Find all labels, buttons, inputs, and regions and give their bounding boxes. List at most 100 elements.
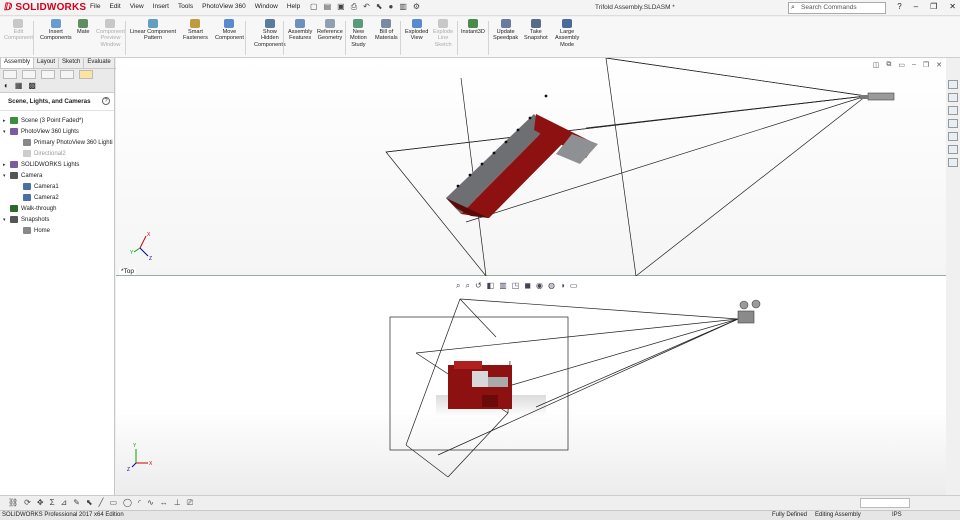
decals-icon[interactable]: ▦ [15, 81, 23, 90]
move-component-button[interactable]: Move Component [215, 19, 244, 42]
property-manager-tab-icon[interactable] [22, 70, 36, 79]
tree-expander-icon[interactable]: ▸ [3, 118, 10, 124]
component-preview-window-button[interactable]: Component Preview Window [96, 19, 125, 48]
resources-icon[interactable] [948, 93, 958, 102]
command-manager-ribbon: Edit Component Insert Components Mate Compo… [0, 17, 960, 58]
menu-view[interactable]: View [130, 3, 144, 10]
search-commands-field[interactable]: ⌕ Search Commands [788, 2, 886, 14]
rotate-icon[interactable]: ⟳ [24, 498, 31, 508]
tree-expander-icon[interactable]: ▾ [3, 173, 10, 179]
large-assembly-mode-button[interactable]: Large Assembly Mode [555, 19, 579, 48]
tree-item[interactable]: ▾ PhotoView 360 Lights [0, 126, 114, 137]
take-snapshot-button[interactable]: Take Snapshot [524, 19, 548, 42]
open-folder-icon[interactable]: ▤ [324, 2, 332, 12]
camera-icon[interactable]: ⎚ [187, 498, 193, 508]
minimize-icon[interactable]: – [914, 2, 918, 11]
undo-icon[interactable]: ↶ [363, 2, 370, 12]
pan-icon[interactable]: ✥ [37, 498, 44, 508]
tree-item[interactable]: Camera1 [0, 181, 114, 192]
appearance-icon[interactable]: ◐ [4, 81, 9, 90]
graphics-area[interactable]: ◫ ⧉ ▭ – ❐ ✕ X Z Y *Top ⌕ ⌕ ↺ ◧ ▥ ◳ ◼ ◉ ◍… [116, 58, 946, 495]
options-gear-icon[interactable]: ⚙ [413, 2, 420, 12]
tree-item[interactable]: Primary PhotoView 360 Lighti [0, 137, 114, 148]
menu-insert[interactable]: Insert [153, 3, 169, 10]
rectangle-icon[interactable]: ▭ [109, 498, 117, 508]
instant3d-button[interactable]: Instant3D [461, 19, 485, 35]
tree-item[interactable]: Walk-through [0, 203, 114, 214]
linear-component-pattern-button[interactable]: Linear Component Pattern [130, 19, 176, 42]
appearances-icon[interactable] [948, 145, 958, 154]
new-motion-study-button[interactable]: New Motion Study [350, 19, 367, 48]
menu-window[interactable]: Window [255, 3, 278, 10]
spline-icon[interactable]: ∿ [147, 498, 154, 508]
custom-properties-icon[interactable] [948, 158, 958, 167]
scene-lights-cameras-icon[interactable]: ▩ [28, 81, 36, 90]
design-library-icon[interactable] [948, 106, 958, 115]
close-icon[interactable]: ✕ [949, 2, 956, 11]
exploded-view-button[interactable]: Exploded View [405, 19, 428, 42]
insert-components-button[interactable]: Insert Components [40, 19, 72, 42]
bill-of-materials-button[interactable]: Bill of Materials [375, 19, 398, 42]
sketch-icon[interactable]: ✎ [73, 498, 80, 508]
configuration-tab-icon[interactable] [41, 70, 55, 79]
save-icon[interactable]: ▣ [337, 2, 345, 12]
svg-text:Z: Z [149, 256, 152, 262]
edit-component-icon [13, 19, 24, 28]
mate-icon[interactable]: ⛓ [8, 498, 18, 508]
select-arrow-icon[interactable]: ⬉ [376, 2, 383, 12]
tree-item[interactable]: Directional2 [0, 148, 114, 159]
menu-tools[interactable]: Tools [178, 3, 193, 10]
feature-tree-tab-icon[interactable] [3, 70, 17, 79]
top-viewport[interactable]: ◫ ⧉ ▭ – ❐ ✕ X Z Y *Top [116, 58, 946, 276]
menu-photoview-360[interactable]: PhotoView 360 [202, 3, 246, 10]
line-icon[interactable]: ╱ [99, 498, 104, 508]
edit-component-button[interactable]: Edit Component [4, 19, 33, 42]
tree-expander-icon[interactable]: ▸ [3, 162, 10, 168]
relation-icon[interactable]: ⊥ [174, 498, 181, 508]
tree-expander-icon[interactable]: ▾ [3, 217, 10, 223]
menu-edit[interactable]: Edit [109, 3, 120, 10]
tree-item[interactable]: ▾ Snapshots [0, 214, 114, 225]
dimxpert-tab-icon[interactable] [60, 70, 74, 79]
panel-help-icon[interactable]: ? [102, 97, 110, 105]
smart-fasteners-button[interactable]: Smart Fasteners [183, 19, 208, 42]
pointer-icon[interactable]: ⬉ [86, 498, 93, 508]
tree-item[interactable]: ▾ Camera [0, 170, 114, 181]
status-units[interactable]: IPS [892, 512, 902, 518]
tree-expander-icon[interactable]: ▾ [3, 129, 10, 135]
circle-icon[interactable]: ◯ [123, 498, 132, 508]
print-icon[interactable]: ⎙ [351, 2, 357, 12]
assembly-features-button[interactable]: Assembly Features [288, 19, 312, 42]
tree-item[interactable]: Camera2 [0, 192, 114, 203]
restore-icon[interactable]: ❐ [930, 2, 937, 11]
show-hidden-components-button[interactable]: Show Hidden Components [254, 19, 286, 48]
measure-icon[interactable]: ⊿ [61, 498, 68, 508]
file-properties-icon[interactable]: ▥ [399, 2, 407, 12]
arc-icon[interactable]: ◜ [138, 498, 141, 508]
home-icon[interactable] [948, 80, 958, 89]
tab-evaluate[interactable]: Evaluate [83, 58, 115, 69]
explode-line-sketch-button[interactable]: Explode Line Sketch [433, 19, 453, 48]
dimension-icon[interactable]: ↔ [160, 498, 168, 508]
update-speedpak-button[interactable]: Update Speedpak [493, 19, 518, 42]
tree-item[interactable]: ▸ SOLIDWORKS Lights [0, 159, 114, 170]
tab-layout[interactable]: Layout [33, 58, 60, 69]
menu-file[interactable]: File [90, 3, 100, 10]
file-explorer-icon[interactable] [948, 119, 958, 128]
solidworks-logo[interactable]: ⅅ SOLIDWORKS [4, 2, 86, 13]
reference-geometry-button[interactable]: Reference Geometry [317, 19, 343, 42]
menu-help[interactable]: Help [287, 3, 300, 10]
view-palette-icon[interactable] [948, 132, 958, 141]
tab-sketch[interactable]: Sketch [58, 58, 85, 69]
bottom-viewport[interactable]: ⌕ ⌕ ↺ ◧ ▥ ◳ ◼ ◉ ◍ ◑ ▭ Y X Z [116, 277, 946, 495]
new-document-icon[interactable]: ▢ [310, 2, 318, 12]
rebuild-icon[interactable]: ● [389, 2, 394, 12]
tree-item[interactable]: ▸ Scene (3 Point Faded*) [0, 115, 114, 126]
help-icon[interactable]: ? [897, 2, 901, 11]
sum-icon[interactable]: Σ [50, 498, 55, 508]
mate-button[interactable]: Mate [77, 19, 89, 35]
tab-assembly[interactable]: Assembly [0, 58, 35, 69]
display-manager-tab-icon[interactable] [79, 70, 93, 79]
tree-item[interactable]: Home [0, 225, 114, 236]
bottom-toolbar-dropdown[interactable] [860, 498, 910, 508]
